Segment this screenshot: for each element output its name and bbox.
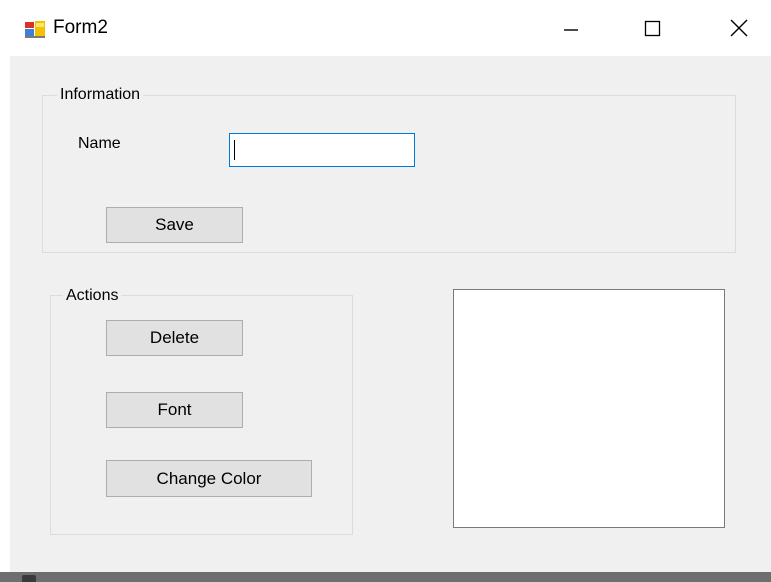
- name-label: Name: [78, 135, 121, 152]
- form-client-area: Information Name Save Actions Delete Fon…: [10, 56, 771, 572]
- minimize-button[interactable]: [545, 0, 605, 56]
- information-legend: Information: [57, 86, 144, 104]
- save-button[interactable]: Save: [106, 207, 243, 243]
- delete-button[interactable]: Delete: [106, 320, 243, 356]
- change-color-button[interactable]: Change Color: [106, 460, 312, 497]
- maximize-icon: [644, 20, 661, 37]
- maximize-button[interactable]: [625, 0, 685, 56]
- minimize-icon: [564, 29, 578, 31]
- close-icon: [730, 19, 748, 37]
- taskbar-edge: [0, 572, 771, 582]
- display-panel: [453, 289, 725, 528]
- title-bar[interactable]: Form2: [0, 0, 771, 56]
- taskbar-icon: [22, 575, 36, 582]
- form-window: Form2 Information Name Save Actions Dele…: [0, 0, 771, 582]
- actions-legend: Actions: [63, 287, 122, 305]
- font-button[interactable]: Font: [106, 392, 243, 428]
- name-input[interactable]: [229, 133, 415, 167]
- app-icon: [25, 20, 45, 38]
- close-button[interactable]: [708, 0, 768, 56]
- text-caret: [234, 140, 235, 160]
- window-title: Form2: [53, 17, 108, 38]
